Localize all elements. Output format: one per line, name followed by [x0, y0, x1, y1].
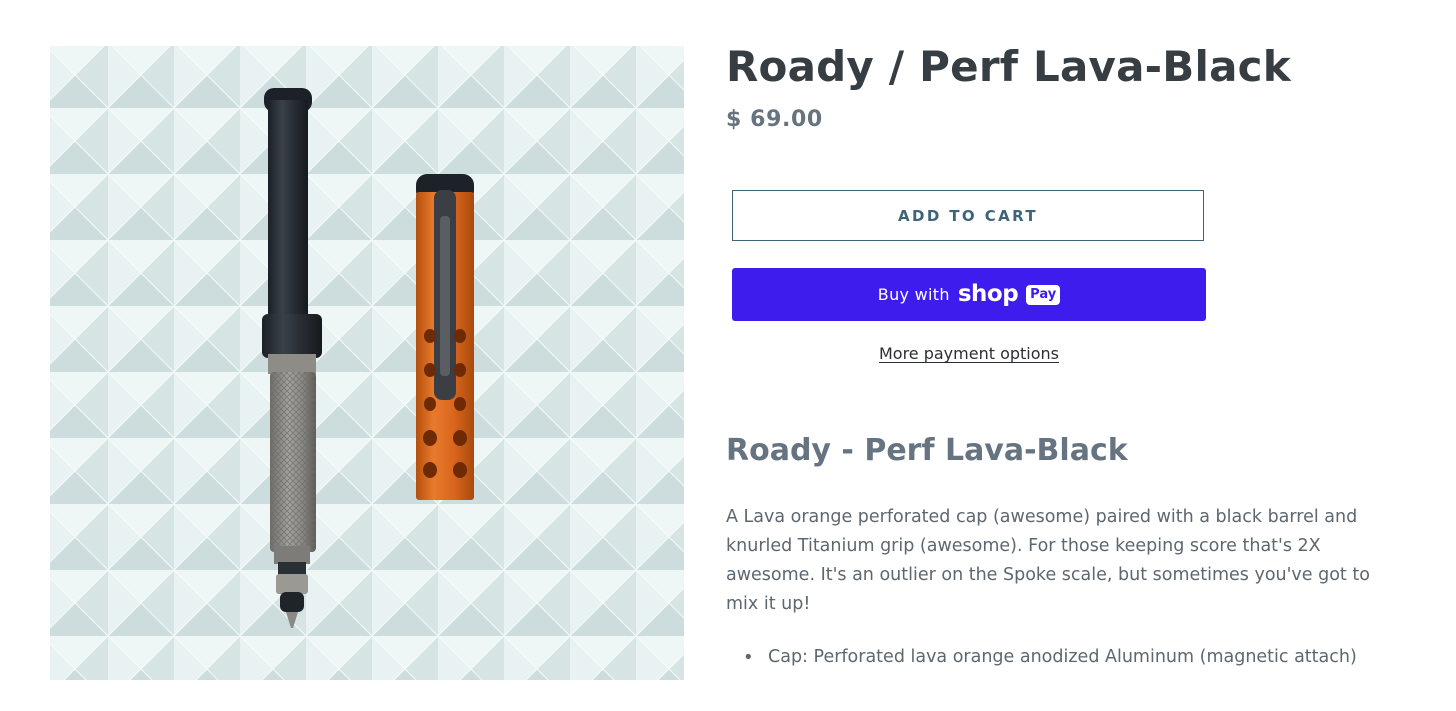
- buy-with-label: Buy with: [877, 285, 950, 304]
- more-payment-options-link[interactable]: More payment options: [732, 344, 1206, 363]
- shop-pay-logo: shop: [957, 281, 1019, 307]
- product-title: Roady / Perf Lava-Black: [726, 42, 1291, 91]
- list-item: • Cap: Perforated lava orange anodized A…: [726, 643, 1386, 672]
- product-image[interactable]: [50, 46, 684, 680]
- bullet-icon: •: [743, 647, 754, 668]
- add-to-cart-button[interactable]: ADD TO CART: [732, 190, 1204, 241]
- shop-pay-button[interactable]: Buy with shop Pay: [732, 268, 1206, 321]
- spec-list: • Cap: Perforated lava orange anodized A…: [726, 643, 1386, 672]
- description-heading: Roady - Perf Lava-Black: [726, 433, 1128, 468]
- pay-badge: Pay: [1026, 284, 1061, 305]
- product-price: $ 69.00: [726, 107, 823, 132]
- pen-cap: [416, 174, 474, 500]
- description-text: A Lava orange perforated cap (awesome) p…: [726, 507, 1370, 614]
- spec-text: Cap: Perforated lava orange anodized Alu…: [768, 647, 1357, 667]
